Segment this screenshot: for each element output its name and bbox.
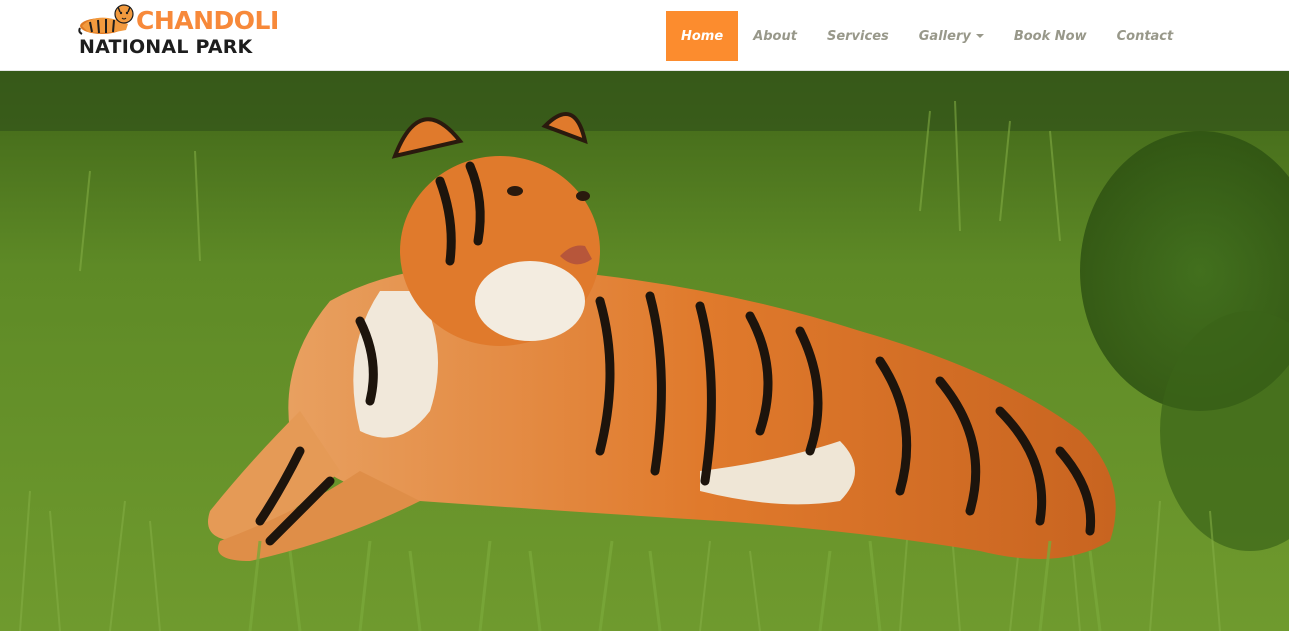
nav-item-label: Home [681,28,724,44]
nav-item-label: Services [826,28,889,44]
brand-logo[interactable]: CHANDOLI NATIONAL PARK [78,2,282,60]
nav-item-book-now[interactable]: Book Now [999,11,1102,61]
nav-item-label: Contact [1116,28,1174,44]
nav-item-home[interactable]: Home [666,11,739,61]
nav-item-about[interactable]: About [738,11,812,61]
navbar: CHANDOLI NATIONAL PARK Home About Servic… [0,0,1289,71]
nav-item-contact[interactable]: Contact [1102,11,1189,61]
brand-subtitle: NATIONAL PARK [79,36,253,58]
hero-image [0,71,1289,631]
nav-item-label: About [753,28,797,44]
nav-item-gallery[interactable]: Gallery [904,11,999,61]
brand-name: CHANDOLI [136,6,279,35]
main-nav: Home About Services Gallery Book Now Con… [666,11,1188,61]
hero-banner [0,71,1289,631]
nav-item-label: Book Now [1013,28,1087,44]
caret-down-icon [975,34,984,38]
nav-item-label: Gallery [918,28,971,44]
tiger-icon [78,4,134,35]
nav-item-services[interactable]: Services [812,11,904,61]
